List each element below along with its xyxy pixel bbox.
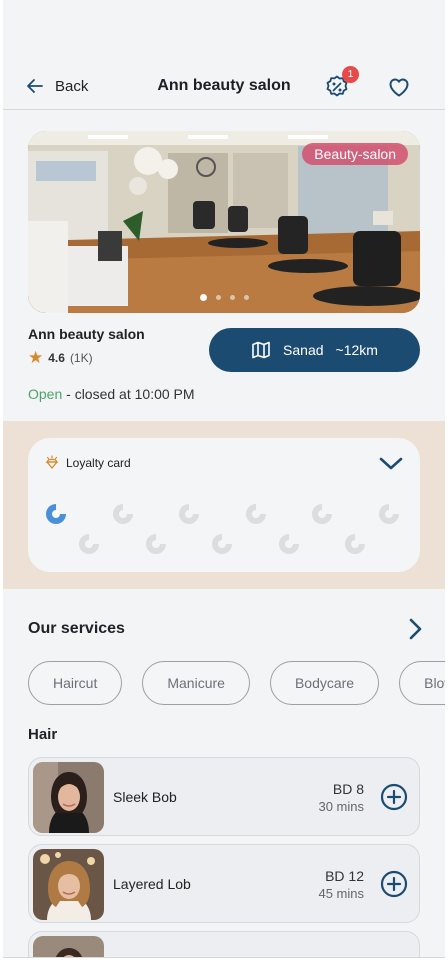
service-category-chips: Haircut Manicure Bodycare Blow dry xyxy=(28,661,445,705)
services-title: Our services xyxy=(28,620,125,637)
service-duration: 30 mins xyxy=(318,799,364,814)
woman-portrait-image xyxy=(33,936,104,957)
service-item[interactable] xyxy=(28,931,420,957)
open-label: Open xyxy=(28,386,63,402)
chip-blow-dry[interactable]: Blow dry xyxy=(399,661,445,705)
service-item[interactable]: Sleek Bob BD 8 30 mins xyxy=(28,757,420,836)
chip-bodycare[interactable]: Bodycare xyxy=(269,661,380,705)
plus-circle-icon xyxy=(380,870,408,898)
service-photo xyxy=(33,936,104,957)
loyalty-title: Loyalty card xyxy=(66,456,131,470)
service-photo xyxy=(33,849,104,920)
map-location-button[interactable]: Sanad ~12km xyxy=(209,328,420,372)
map-icon xyxy=(252,341,270,359)
loyalty-card: Loyalty card xyxy=(28,438,420,572)
service-price: BD 8 xyxy=(332,781,364,797)
salon-photo-carousel[interactable]: Beauty-salon xyxy=(28,131,420,313)
carousel-indicator xyxy=(28,294,420,301)
expand-toggle[interactable] xyxy=(378,453,404,473)
category-tag: Beauty-salon xyxy=(302,143,408,165)
chevron-right-icon xyxy=(409,618,422,640)
woman-portrait-image xyxy=(33,849,104,920)
stamp-empty xyxy=(343,532,367,556)
service-price: BD 12 xyxy=(325,868,364,884)
stamp-empty xyxy=(77,532,101,556)
diamond-icon xyxy=(45,455,59,469)
stamp-empty xyxy=(111,502,135,526)
review-count: (1K) xyxy=(69,350,93,365)
stamp-empty xyxy=(177,502,201,526)
notification-badge: 1 xyxy=(342,66,359,83)
stamp-empty xyxy=(377,502,401,526)
stamp-empty xyxy=(310,502,334,526)
favorite-button[interactable] xyxy=(386,74,412,100)
closing-time: - closed at 10:00 PM xyxy=(62,386,195,402)
opening-status: Open - closed at 10:00 PM xyxy=(28,386,195,402)
service-name: Sleek Bob xyxy=(113,789,177,805)
carousel-dot[interactable] xyxy=(215,295,221,300)
salon-screen: Back Ann beauty salon 1 Beauty-salon Ann… xyxy=(3,0,445,958)
chip-manicure[interactable]: Manicure xyxy=(142,661,250,705)
woman-portrait-image xyxy=(33,762,104,833)
salon-name: Ann beauty salon xyxy=(28,326,145,342)
chip-haircut[interactable]: Haircut xyxy=(28,661,123,705)
top-bar: Back Ann beauty salon 1 xyxy=(3,62,445,110)
rating-score: 4.6 xyxy=(48,350,65,365)
stamp-empty xyxy=(277,532,301,556)
stamp-filled xyxy=(44,502,68,526)
distance-label: ~12km xyxy=(335,342,378,358)
section-title: Hair xyxy=(28,726,58,743)
loyalty-header: Loyalty card xyxy=(44,455,131,471)
heart-icon xyxy=(389,78,409,97)
stamp-empty xyxy=(144,532,168,556)
services-see-all-button[interactable] xyxy=(404,616,426,642)
star-icon: ★ xyxy=(28,348,44,367)
service-name: Layered Lob xyxy=(113,876,191,892)
service-duration: 45 mins xyxy=(318,886,364,901)
carousel-dot[interactable] xyxy=(229,295,235,300)
promotions-button[interactable]: 1 xyxy=(324,66,359,100)
location-label: Sanad xyxy=(283,342,324,358)
chevron-down-icon xyxy=(379,457,403,470)
add-service-button[interactable] xyxy=(380,783,408,811)
service-item[interactable]: Layered Lob BD 12 45 mins xyxy=(28,844,420,923)
rating: ★ 4.6 (1K) xyxy=(28,349,93,366)
service-photo xyxy=(33,762,104,833)
add-service-button[interactable] xyxy=(380,870,408,898)
page-title: Ann beauty salon xyxy=(157,77,291,94)
loyalty-section: Loyalty card xyxy=(3,421,445,589)
carousel-dot[interactable] xyxy=(243,295,249,300)
plus-circle-icon xyxy=(380,783,408,811)
carousel-dot[interactable] xyxy=(199,294,207,301)
stamp-empty xyxy=(210,532,234,556)
stamp-empty xyxy=(244,502,268,526)
